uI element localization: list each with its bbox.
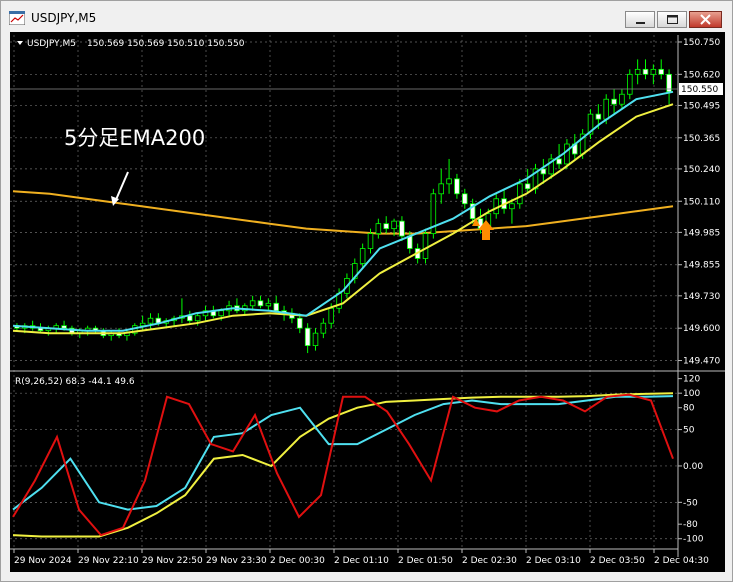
price-tick-label: 149.600	[683, 324, 720, 334]
candle-down	[383, 223, 389, 230]
ema200-annotation: 5分足EMA200	[64, 126, 205, 150]
restore-button[interactable]	[657, 11, 687, 28]
candle-down	[462, 193, 468, 205]
oscillator-label: R(9,26,52) 68.3 -44.1 49.6	[15, 377, 135, 387]
title-bar[interactable]: USDJPY,M5	[1, 1, 732, 33]
candle-up	[446, 178, 452, 185]
candle-up	[218, 310, 224, 317]
time-tick-label: 2 Dec 03:10	[526, 556, 581, 566]
candle-down	[611, 98, 617, 105]
ohlc-readout: 150.569 150.569 150.510 150.550	[87, 39, 245, 49]
osc-yellow-line	[12, 392, 674, 538]
candle-down	[595, 113, 602, 120]
time-tick-label: 2 Dec 01:50	[398, 556, 453, 566]
price-tick-label: 150.750	[683, 38, 720, 48]
price-tick-label: 149.470	[683, 357, 720, 367]
candle-up	[391, 220, 397, 230]
candle-down	[297, 317, 303, 329]
candle-down	[556, 158, 562, 165]
candle-up	[312, 332, 319, 347]
candle-up	[265, 302, 272, 307]
minimize-icon	[636, 22, 645, 24]
price-tick-label: 149.985	[683, 228, 720, 238]
time-tick-label: 2 Dec 01:10	[334, 556, 389, 566]
oscillator-axis: 120 100 80 50 0.00 -50 -80 -100	[678, 375, 704, 545]
candle-down	[304, 327, 311, 347]
close-icon	[700, 14, 711, 25]
price-tick-label: 150.365	[683, 134, 720, 144]
candle-down	[257, 300, 264, 307]
candle-up	[249, 300, 256, 307]
time-axis: 29 Nov 2024 29 Nov 22:10 29 Nov 22:50 29 No…	[13, 549, 709, 566]
symbol-dropdown-icon[interactable]	[17, 41, 23, 45]
candle-up	[367, 233, 374, 249]
minimize-button[interactable]	[625, 11, 655, 28]
price-tick-label: 150.495	[683, 101, 720, 111]
candle-up	[509, 203, 515, 210]
chart-window-icon	[9, 11, 25, 25]
candle-up	[438, 183, 444, 195]
candle-up	[564, 143, 570, 165]
current-price-label: 150.550	[681, 85, 718, 95]
candle-up	[147, 317, 154, 324]
candle-up	[422, 233, 429, 259]
app-window: USDJPY,M5 USDJPY,M5 150.569 150.569 150.…	[0, 0, 733, 582]
time-tick-label: 2 Dec 04:30	[654, 556, 709, 566]
annotation-pointer	[114, 171, 129, 203]
close-button[interactable]	[689, 11, 722, 28]
grid-lines	[10, 35, 678, 549]
candle-down	[658, 68, 664, 75]
window-title: USDJPY,M5	[31, 11, 97, 25]
osc-tick-label: -80	[683, 520, 698, 530]
candle-up	[634, 68, 641, 75]
price-tick-label: 149.855	[683, 261, 720, 271]
price-tick-label: 150.620	[683, 70, 720, 80]
symbol-label: USDJPY,M5	[27, 39, 76, 49]
osc-tick-label: -100	[683, 535, 704, 545]
candle-up	[627, 73, 633, 95]
osc-tick-label: 100	[683, 389, 700, 399]
time-tick-label: 2 Dec 02:30	[462, 556, 517, 566]
osc-tick-label: 120	[683, 375, 700, 385]
candle-up	[194, 315, 201, 322]
price-tick-label: 149.730	[683, 292, 720, 302]
candle-up	[139, 322, 146, 327]
time-tick-label: 2 Dec 00:30	[270, 556, 325, 566]
candle-up	[517, 183, 523, 205]
osc-red-line	[12, 393, 674, 537]
candle-down	[642, 68, 649, 75]
candle-down	[454, 178, 460, 195]
chart-canvas[interactable]: USDJPY,M5 150.569 150.569 150.510 150.55…	[10, 32, 725, 572]
candle-up	[359, 248, 366, 264]
restore-icon	[667, 15, 678, 24]
osc-tick-label: 80	[683, 404, 695, 414]
candle-up	[375, 223, 382, 235]
time-tick-label: 29 Nov 22:10	[78, 556, 139, 566]
osc-tick-label: 50	[683, 426, 695, 436]
candle-up	[328, 307, 334, 324]
candle-down	[399, 220, 405, 237]
candle-up	[619, 93, 625, 105]
osc-tick-label: -50	[683, 498, 698, 508]
candle-down	[61, 325, 67, 329]
candle-up	[603, 98, 609, 120]
time-tick-label: 2 Dec 03:50	[590, 556, 645, 566]
price-tick-label: 150.110	[683, 197, 720, 207]
candle-down	[187, 315, 193, 322]
candle-up	[320, 322, 327, 334]
time-tick-label: 29 Nov 23:30	[206, 556, 267, 566]
time-tick-label: 29 Nov 2024	[14, 556, 72, 566]
candle-down	[524, 183, 531, 190]
osc-tick-label: 0.00	[683, 462, 703, 472]
time-tick-label: 29 Nov 22:50	[142, 556, 203, 566]
candle-up	[650, 68, 657, 75]
price-tick-label: 150.240	[683, 165, 720, 175]
candle-down	[273, 302, 279, 312]
